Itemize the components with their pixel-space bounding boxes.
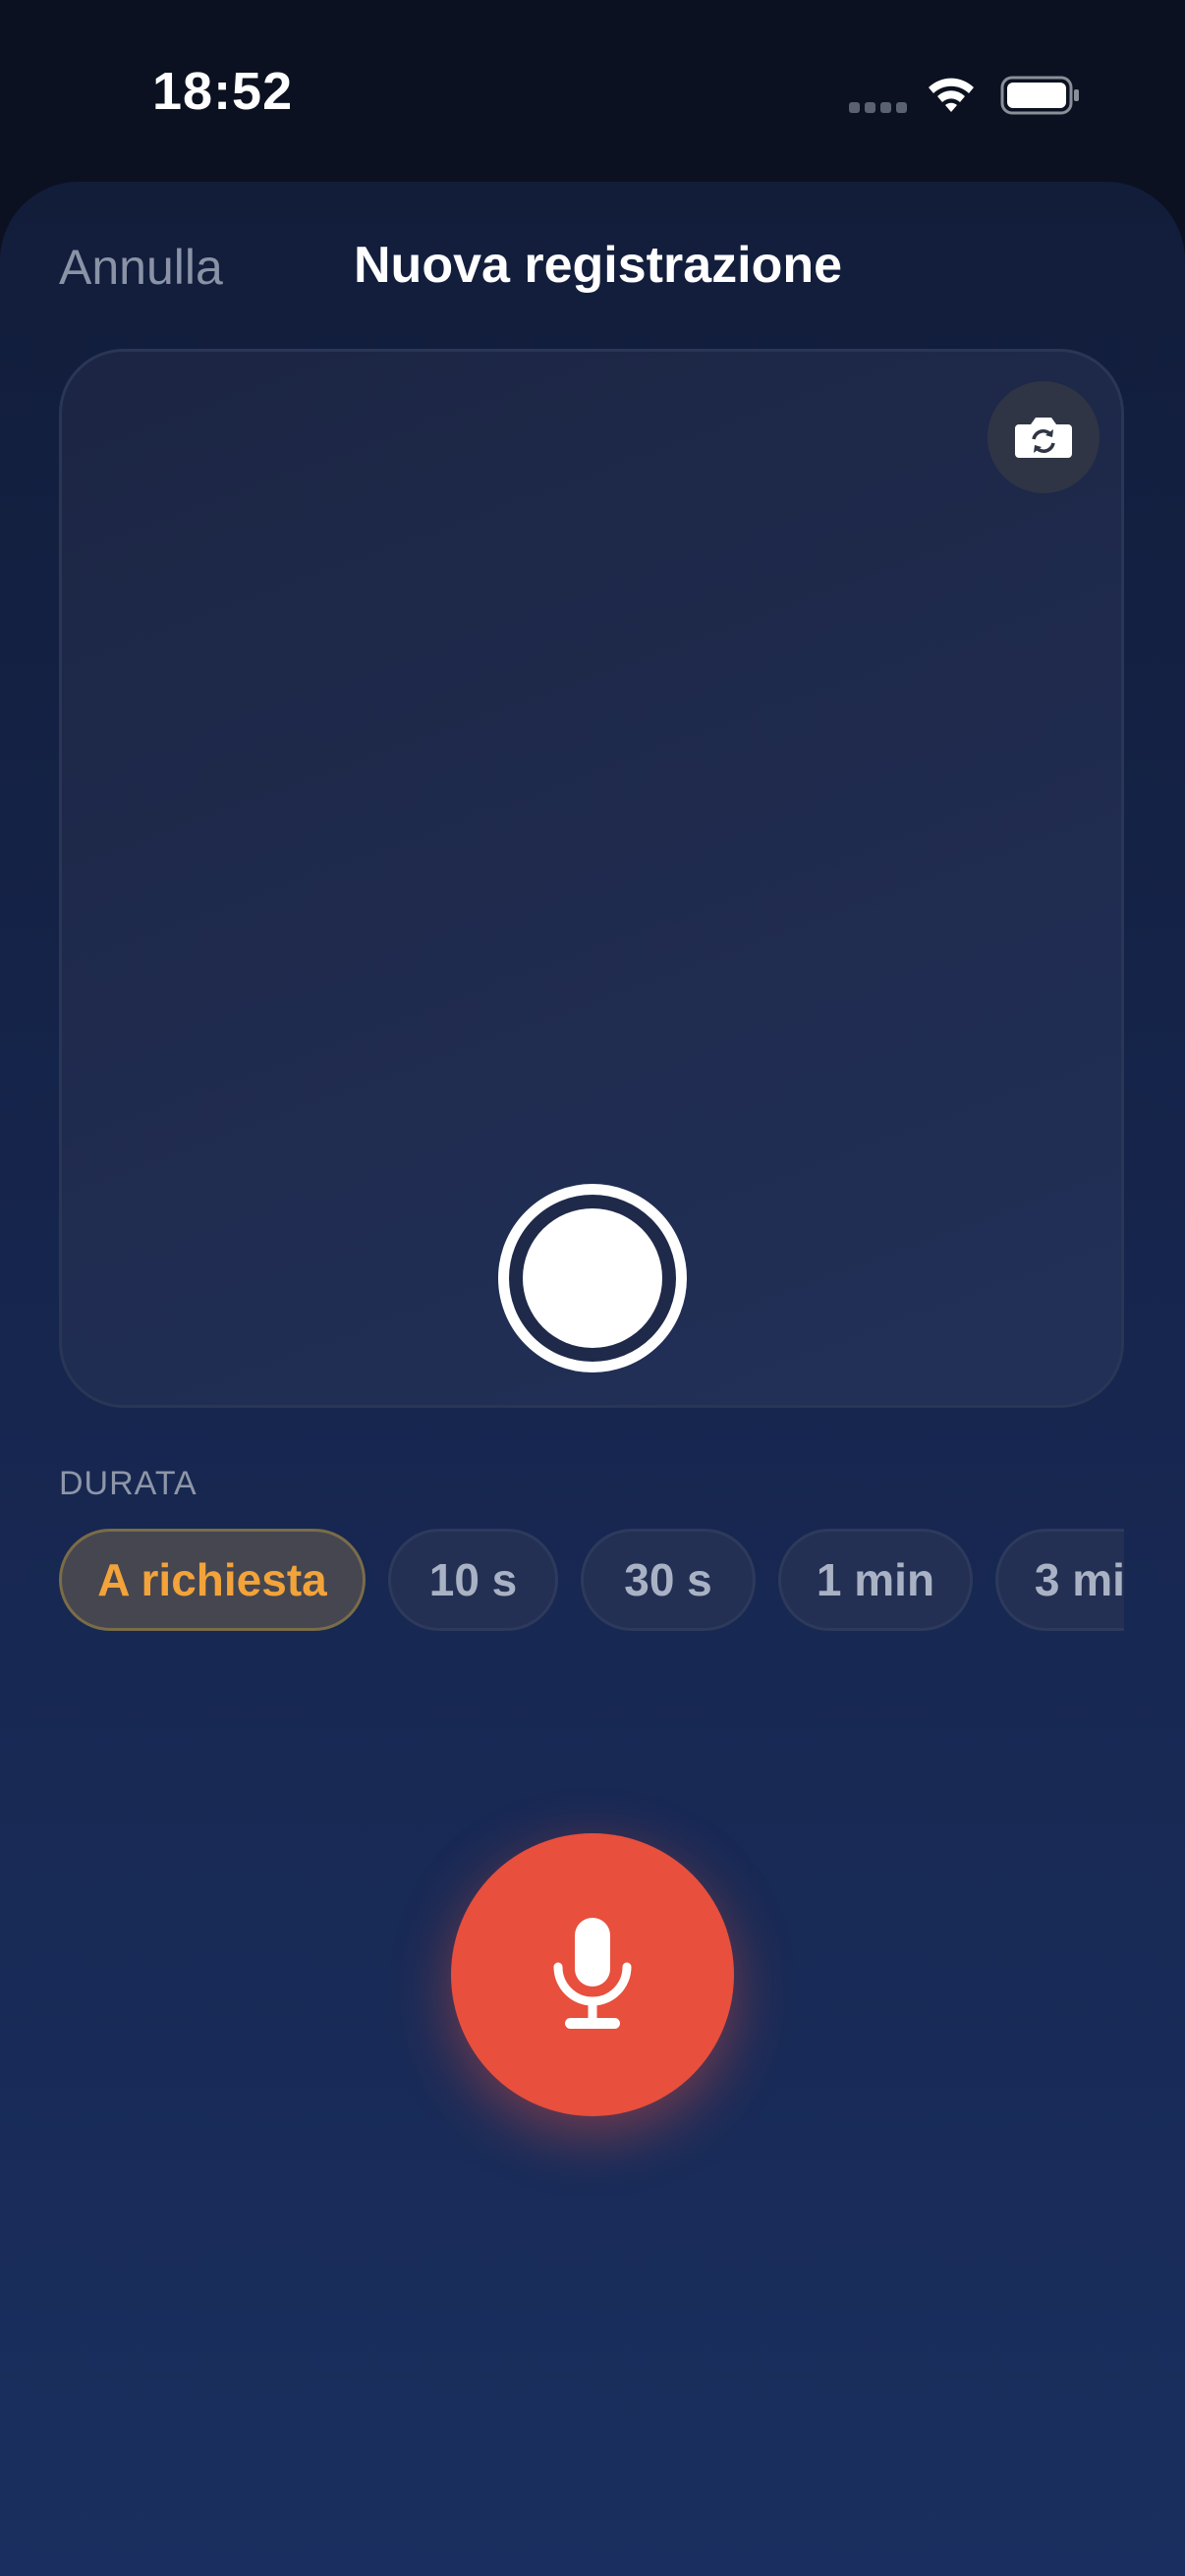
shutter-button[interactable] xyxy=(498,1184,687,1372)
microphone-icon xyxy=(553,1918,632,2029)
cancel-button[interactable]: Annulla xyxy=(59,239,223,296)
page-title: Nuova registrazione xyxy=(354,237,843,294)
battery-icon xyxy=(1000,76,1079,115)
duration-option-3min[interactable]: 3 min xyxy=(995,1529,1124,1631)
status-time: 18:52 xyxy=(152,62,294,121)
recording-sheet: Annulla Nuova registrazione DURATA A ric… xyxy=(0,182,1185,2576)
duration-option-1min[interactable]: 1 min xyxy=(778,1529,973,1631)
duration-option-10s[interactable]: 10 s xyxy=(388,1529,558,1631)
camera-flip-button[interactable] xyxy=(988,381,1100,493)
cellular-signal-icon xyxy=(849,102,908,116)
duration-option-30s[interactable]: 30 s xyxy=(581,1529,756,1631)
duration-options: A richiesta 10 s 30 s 1 min 3 min xyxy=(59,1529,1124,1633)
camera-flip-icon xyxy=(1015,418,1072,458)
wifi-icon xyxy=(929,78,974,112)
shutter-inner-circle xyxy=(523,1208,662,1348)
duration-label: DURATA xyxy=(59,1465,198,1502)
record-button[interactable] xyxy=(451,1833,734,2116)
screen: 18:52 Annulla Nuova registrazione DURATA… xyxy=(0,0,1185,2576)
duration-option-on-demand[interactable]: A richiesta xyxy=(59,1529,366,1631)
